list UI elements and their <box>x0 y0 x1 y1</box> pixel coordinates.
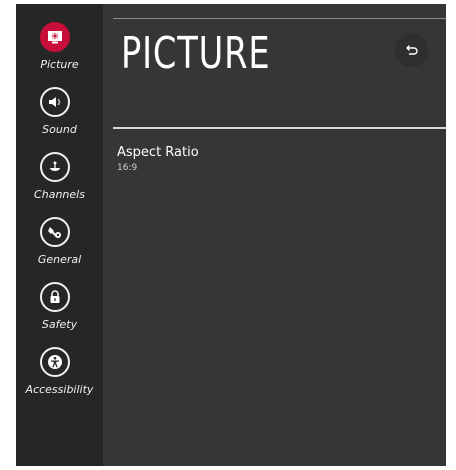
lock-icon <box>40 282 70 312</box>
general-icon <box>40 217 70 247</box>
sidebar-item-label: Sound <box>42 123 77 136</box>
sidebar-item-sound[interactable]: Sound <box>16 87 103 149</box>
divider <box>113 18 446 19</box>
settings-sidebar: Picture Sound Channels General Safety Ac… <box>16 4 103 466</box>
picture-icon <box>40 22 70 52</box>
channels-icon <box>40 152 70 182</box>
divider <box>113 127 446 129</box>
sidebar-item-label: Channels <box>34 188 85 201</box>
sidebar-item-channels[interactable]: Channels <box>16 152 103 214</box>
sidebar-item-label: Picture <box>40 58 79 71</box>
sidebar-item-picture[interactable]: Picture <box>16 22 103 84</box>
settings-main: PICTURE Aspect Ratio 16:9 <box>103 4 446 466</box>
sidebar-item-label: Safety <box>41 318 78 331</box>
sidebar-item-label: General <box>37 253 82 266</box>
back-arrow-icon <box>406 45 418 55</box>
sidebar-item-safety[interactable]: Safety <box>16 282 103 344</box>
page-title: PICTURE <box>121 28 271 79</box>
accessibility-icon <box>40 347 70 377</box>
setting-label: Aspect Ratio <box>117 145 199 160</box>
setting-value: 16:9 <box>117 163 138 173</box>
back-button[interactable] <box>394 33 428 67</box>
sidebar-item-general[interactable]: General <box>16 217 103 279</box>
sound-icon <box>40 87 70 117</box>
sidebar-item-label: Accessibility <box>25 383 94 396</box>
settings-panel: Picture Sound Channels General Safety Ac… <box>16 4 446 466</box>
sidebar-item-accessibility[interactable]: Accessibility <box>16 347 103 409</box>
